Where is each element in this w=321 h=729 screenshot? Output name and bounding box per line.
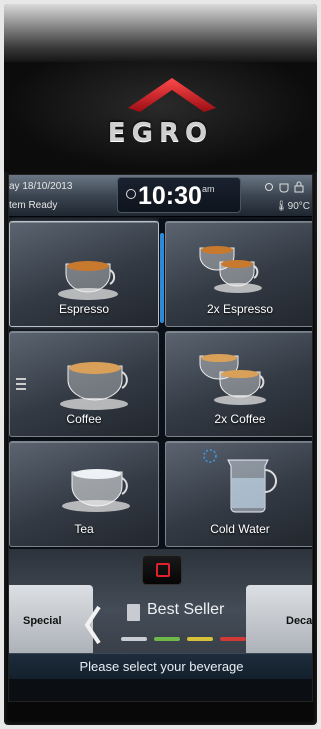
beverage-tile-2x-espresso[interactable]: 2x Espresso (165, 221, 312, 327)
clock-time: 10:30 (138, 182, 202, 210)
screen-bottom-edge (9, 679, 312, 701)
beverage-tile-espresso[interactable]: Espresso (9, 221, 159, 327)
temperature-value: 90°C (287, 201, 310, 212)
beverage-tile-tea[interactable]: Tea (9, 441, 159, 547)
status-date: ay 18/10/2013 (9, 181, 73, 192)
current-category-label: Best Seller (147, 601, 225, 618)
info-icon (265, 183, 273, 191)
scroll-thumb[interactable] (160, 233, 164, 323)
brand-logo-area: EGRO (4, 62, 317, 172)
beverage-tile-2x-coffee[interactable]: 2x Coffee (165, 331, 312, 437)
beverage-label: Cold Water (210, 522, 270, 536)
category-left-label: Special (23, 615, 62, 627)
page-indicator-1 (121, 637, 147, 641)
brand-chevron-icon (128, 78, 216, 112)
clock-icon (126, 189, 136, 199)
category-button-right[interactable]: Decaffe (246, 585, 313, 661)
status-state: tem Ready (9, 200, 58, 211)
clock-display: 10:30 am (117, 177, 241, 213)
current-category: Best Seller (127, 599, 247, 629)
home-button[interactable] (142, 555, 182, 585)
beverage-label: 2x Espresso (206, 302, 274, 316)
beverage-tile-coffee[interactable]: Coffee (9, 331, 159, 437)
document-icon (127, 604, 140, 621)
category-button-left[interactable]: Special (9, 585, 93, 661)
clock-ampm: am (202, 184, 215, 194)
page-indicator-3 (187, 637, 213, 641)
cup-icon (279, 183, 289, 193)
instruction-prompt: Please select your beverage (9, 653, 312, 679)
page-indicators (121, 637, 247, 643)
category-right-label: Decaffe (286, 615, 313, 627)
beverage-tile-cold-water[interactable]: Cold Water (165, 441, 312, 547)
touch-screen: ay 18/10/2013 tem Ready 10:30 am 🌡90°C E… (8, 174, 313, 702)
machine-top-bezel (4, 4, 317, 62)
category-navigation: Special Best Seller Decaffe Please sel (9, 549, 313, 701)
status-temperature: 🌡90°C (275, 201, 310, 212)
grid-scrollbar[interactable] (159, 219, 165, 549)
beverage-label: 2x Coffee (214, 412, 266, 426)
thermometer-icon: 🌡 (274, 201, 288, 212)
page-indicator-2 (154, 637, 180, 641)
status-bar: ay 18/10/2013 tem Ready 10:30 am 🌡90°C (9, 175, 312, 217)
page-indicator-4 (220, 637, 246, 641)
beverage-label: Espresso (58, 302, 110, 316)
home-square-icon (156, 563, 170, 577)
lock-icon (294, 185, 304, 193)
brand-logo-text: EGRO (107, 118, 214, 148)
coffee-machine-front: EGRO ay 18/10/2013 tem Ready 10:30 am 🌡9 (4, 4, 317, 725)
status-icon-group (265, 181, 304, 193)
status-icons (264, 181, 308, 196)
chevron-left-icon[interactable] (83, 605, 103, 645)
beverage-label: Tea (74, 522, 94, 536)
beverage-label: Coffee (66, 412, 102, 426)
